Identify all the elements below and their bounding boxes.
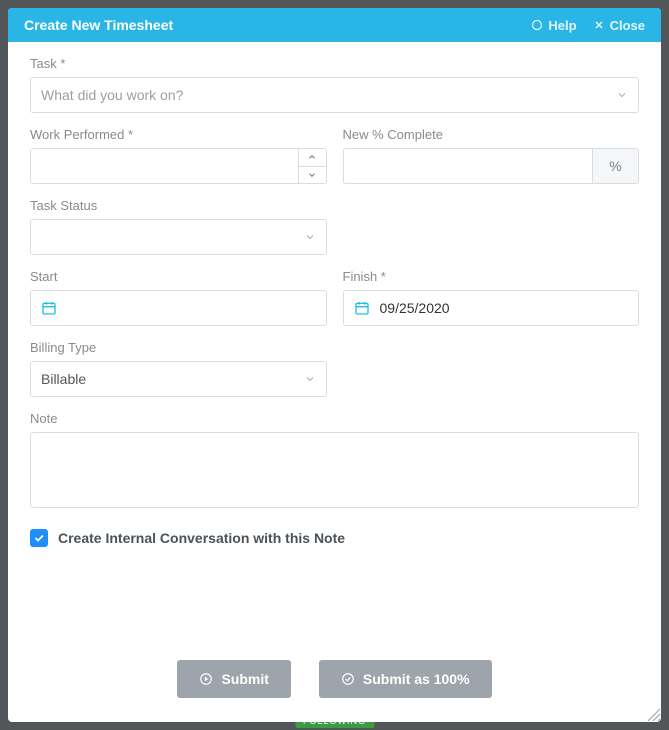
submit-icon: [199, 672, 213, 686]
task-status-select[interactable]: [30, 219, 327, 255]
modal-footer: Submit Submit as 100%: [8, 640, 661, 722]
submit-100-icon: [341, 672, 355, 686]
start-label: Start: [30, 269, 327, 284]
spinner-down-button[interactable]: [299, 166, 326, 184]
chevron-down-icon: [616, 89, 628, 101]
help-icon: [531, 19, 543, 31]
work-performed-spinner[interactable]: [30, 148, 327, 184]
close-button[interactable]: Close: [593, 18, 645, 33]
finish-date-value: 09/25/2020: [380, 300, 629, 316]
modal-body: Task * What did you work on? Work Perfor…: [8, 42, 661, 640]
calendar-icon: [354, 300, 370, 316]
start-date-input[interactable]: [30, 290, 327, 326]
chevron-down-icon: [304, 373, 316, 385]
check-icon: [33, 532, 45, 544]
submit-button[interactable]: Submit: [177, 660, 290, 698]
billing-type-value: Billable: [41, 371, 304, 387]
task-select[interactable]: What did you work on?: [30, 77, 639, 113]
finish-label: Finish *: [343, 269, 640, 284]
spinner-up-button[interactable]: [299, 149, 326, 166]
submit-100-label: Submit as 100%: [363, 671, 470, 687]
work-performed-input[interactable]: [31, 149, 298, 183]
help-button[interactable]: Help: [531, 18, 576, 33]
task-placeholder: What did you work on?: [41, 87, 616, 103]
close-icon: [593, 19, 605, 31]
chevron-up-icon: [307, 152, 317, 162]
task-status-label: Task Status: [30, 198, 639, 213]
billing-type-select[interactable]: Billable: [30, 361, 327, 397]
note-textarea[interactable]: [30, 432, 639, 508]
new-pct-complete-field[interactable]: %: [343, 148, 640, 184]
modal-title: Create New Timesheet: [24, 17, 173, 33]
help-label: Help: [548, 18, 576, 33]
resize-grip[interactable]: [645, 706, 661, 722]
create-conversation-checkbox[interactable]: [30, 529, 48, 547]
finish-date-input[interactable]: 09/25/2020: [343, 290, 640, 326]
submit-100-button[interactable]: Submit as 100%: [319, 660, 492, 698]
calendar-icon: [41, 300, 57, 316]
chevron-down-icon: [307, 170, 317, 180]
create-timesheet-modal: Create New Timesheet Help Close Task * W…: [8, 8, 661, 722]
task-label: Task *: [30, 56, 639, 71]
create-conversation-label: Create Internal Conversation with this N…: [58, 530, 345, 546]
work-performed-label: Work Performed *: [30, 127, 327, 142]
modal-header: Create New Timesheet Help Close: [8, 8, 661, 42]
percent-addon: %: [592, 149, 638, 183]
new-pct-complete-label: New % Complete: [343, 127, 640, 142]
note-label: Note: [30, 411, 639, 426]
new-pct-complete-input[interactable]: [344, 149, 593, 183]
billing-type-label: Billing Type: [30, 340, 639, 355]
chevron-down-icon: [304, 231, 316, 243]
close-label: Close: [610, 18, 645, 33]
submit-label: Submit: [221, 671, 268, 687]
